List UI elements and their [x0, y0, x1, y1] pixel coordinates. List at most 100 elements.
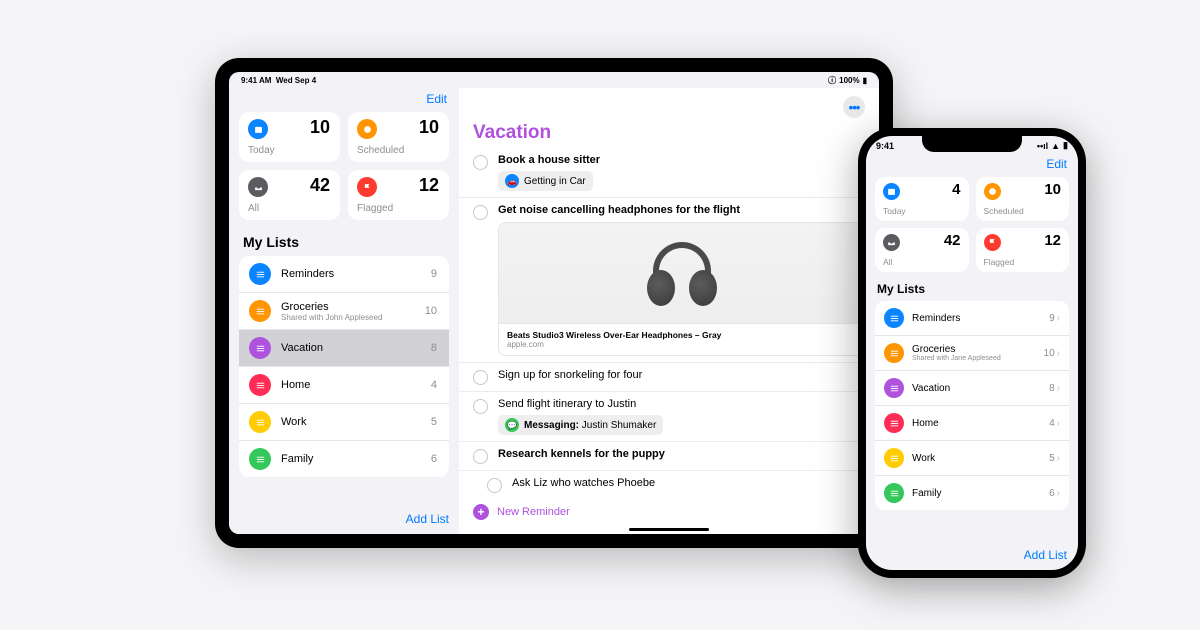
ipad-lists: Reminders9GroceriesShared with John Appl… [239, 256, 449, 477]
list-icon [249, 374, 271, 396]
list-name: Groceries [912, 344, 1044, 355]
task-radio[interactable] [473, 449, 488, 464]
card-all[interactable]: 42 All [239, 170, 340, 220]
calendar-icon [248, 119, 268, 139]
list-name: Family [281, 453, 431, 465]
iphone-device: 9:41 ••ıl ▲ ▮ Edit 4 Today 10 Scheduled [858, 128, 1086, 578]
list-icon [249, 448, 271, 470]
task-radio[interactable] [473, 155, 488, 170]
chevron-right-icon: › [1057, 453, 1060, 464]
list-icon [884, 413, 904, 433]
lists-header: My Lists [243, 234, 445, 250]
list-name: Home [912, 418, 1049, 429]
iphone-screen: 9:41 ••ıl ▲ ▮ Edit 4 Today 10 Scheduled [866, 136, 1078, 570]
list-subtitle: Shared with John Appleseed [281, 313, 425, 322]
task-row[interactable]: Get noise cancelling headphones for the … [459, 198, 879, 363]
new-reminder-label: New Reminder [497, 506, 570, 518]
card-count: 4 [952, 181, 960, 198]
task-chip[interactable]: 💬Messaging: Justin Shumaker [498, 415, 663, 435]
battery-label: 100% [839, 76, 859, 85]
card-label: Scheduled [984, 206, 1024, 216]
card-today[interactable]: 4 Today [875, 177, 969, 221]
list-icon [884, 483, 904, 503]
list-row-groceries[interactable]: GroceriesShared with Jane Appleseed10› [875, 336, 1069, 371]
list-count: 6 [431, 453, 437, 465]
card-flagged[interactable]: 12 Flagged [348, 170, 449, 220]
task-text: Get noise cancelling headphones for the … [498, 204, 865, 216]
task-row[interactable]: Research kennels for the puppy [459, 442, 879, 471]
inbox-icon [248, 177, 268, 197]
card-scheduled[interactable]: 10 Scheduled [348, 112, 449, 162]
add-list-button[interactable]: Add List [406, 512, 449, 526]
edit-button[interactable]: Edit [426, 92, 447, 106]
task-list: Book a house sitter🚗Getting in Car Get no… [459, 148, 879, 496]
add-list-button[interactable]: Add List [1024, 548, 1067, 562]
status-time: 9:41 AM [241, 76, 271, 85]
list-row-work[interactable]: Work5 [239, 404, 449, 441]
card-today[interactable]: 10 Today [239, 112, 340, 162]
task-radio[interactable] [473, 205, 488, 220]
clock-icon [984, 183, 1001, 200]
battery-icon: ▮ [863, 76, 867, 85]
card-scheduled[interactable]: 10 Scheduled [976, 177, 1070, 221]
link-title: Beats Studio3 Wireless Over-Ear Headphon… [507, 330, 856, 340]
card-label: Scheduled [357, 145, 404, 156]
list-count: 8 [1049, 383, 1055, 394]
task-chip[interactable]: 🚗Getting in Car [498, 171, 593, 191]
list-row-home[interactable]: Home4› [875, 406, 1069, 441]
task-text: Sign up for snorkeling for four [498, 369, 865, 381]
chip-text: Messaging: Justin Shumaker [524, 420, 656, 431]
notch [922, 136, 1022, 152]
list-name: Work [281, 416, 431, 428]
list-row-family[interactable]: Family6› [875, 476, 1069, 510]
list-row-groceries[interactable]: GroceriesShared with John Appleseed10 [239, 293, 449, 330]
list-count: 5 [431, 416, 437, 428]
edit-button[interactable]: Edit [1046, 157, 1067, 171]
card-label: Flagged [984, 257, 1015, 267]
subtask-row[interactable]: Ask Liz who watches Phoebe [459, 471, 879, 496]
task-text: Research kennels for the puppy [498, 448, 865, 460]
card-count: 12 [1044, 232, 1061, 249]
list-row-work[interactable]: Work5› [875, 441, 1069, 476]
task-radio[interactable] [473, 399, 488, 414]
flag-icon [357, 177, 377, 197]
list-name: Groceries [281, 301, 425, 313]
new-reminder-button[interactable]: + New Reminder [459, 496, 879, 528]
list-icon [884, 308, 904, 328]
card-count: 42 [310, 175, 330, 196]
task-radio[interactable] [487, 478, 502, 493]
task-row[interactable]: Book a house sitter🚗Getting in Car [459, 148, 879, 198]
card-flagged[interactable]: 12 Flagged [976, 228, 1070, 272]
list-row-reminders[interactable]: Reminders9› [875, 301, 1069, 336]
list-row-family[interactable]: Family6 [239, 441, 449, 477]
more-button[interactable]: ••• [843, 96, 865, 118]
list-count: 8 [431, 342, 437, 354]
list-row-vacation[interactable]: Vacation8› [875, 371, 1069, 406]
list-row-vacation[interactable]: Vacation8 [239, 330, 449, 367]
card-count: 10 [310, 117, 330, 138]
card-all[interactable]: 42 All [875, 228, 969, 272]
task-row[interactable]: Sign up for snorkeling for four [459, 363, 879, 392]
task-radio[interactable] [473, 370, 488, 385]
iphone-lists: Reminders9›GroceriesShared with Jane App… [875, 301, 1069, 510]
task-row[interactable]: Send flight itinerary to Justin💬Messagin… [459, 392, 879, 442]
battery-icon: ▮ [1063, 140, 1068, 151]
list-name: Vacation [912, 383, 1049, 394]
list-count: 9 [431, 268, 437, 280]
list-subtitle: Shared with Jane Appleseed [912, 355, 1044, 362]
card-label: Today [248, 145, 275, 156]
home-indicator[interactable] [629, 528, 709, 531]
plus-icon: + [473, 504, 489, 520]
list-name: Family [912, 488, 1049, 499]
card-label: Today [883, 206, 906, 216]
inbox-icon [883, 234, 900, 251]
link-preview[interactable]: Beats Studio3 Wireless Over-Ear Headphon… [498, 222, 865, 356]
list-row-reminders[interactable]: Reminders9 [239, 256, 449, 293]
list-count: 5 [1049, 453, 1055, 464]
list-row-home[interactable]: Home4 [239, 367, 449, 404]
link-image [499, 223, 864, 323]
ipad-screen: 9:41 AM Wed Sep 4 ⓘ 100% ▮ Edit 10 Today [229, 72, 879, 534]
list-count: 4 [1049, 418, 1055, 429]
calendar-icon [883, 183, 900, 200]
status-date: Wed Sep 4 [276, 76, 316, 85]
